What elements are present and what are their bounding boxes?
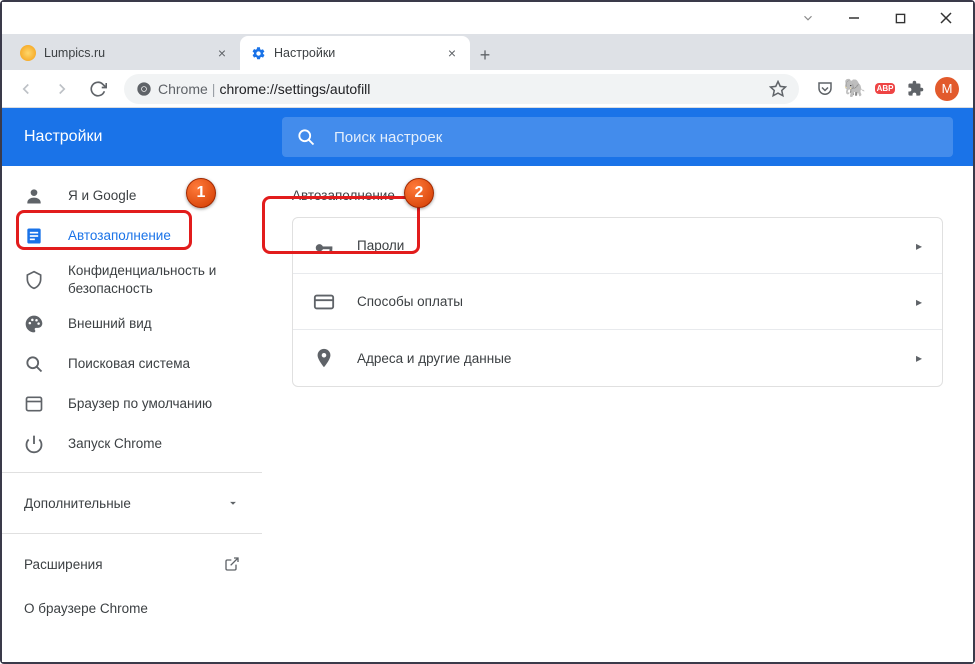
nav-item-autofill[interactable]: Автозаполнение (2, 216, 262, 256)
power-icon (24, 434, 44, 454)
window-close-button[interactable] (923, 3, 969, 33)
tab-strip: Lumpics.ru × Настройки × + (2, 34, 973, 70)
nav-item-privacy[interactable]: Конфиденциальность и безопасность (2, 256, 262, 304)
tab-title: Настройки (274, 46, 444, 60)
settings-search-input[interactable] (334, 129, 939, 146)
search-icon (296, 127, 316, 147)
window-chevron-icon[interactable] (785, 3, 831, 33)
forward-button[interactable] (46, 73, 78, 105)
url-separator: | (212, 81, 216, 97)
row-label: Адреса и другие данные (357, 351, 916, 366)
nav-label: Конфиденциальность и безопасность (68, 262, 240, 297)
bookmark-star-icon[interactable] (769, 80, 787, 98)
open-external-icon (224, 556, 240, 572)
url-path: chrome://settings/autofill (219, 81, 370, 97)
tab-close-icon[interactable]: × (214, 45, 230, 61)
favicon-icon (20, 45, 36, 61)
nav-list: Я и Google Автозаполнение Конфиденциальн… (2, 166, 262, 640)
extension-icons: 🐘 ABP M (809, 77, 965, 101)
nav-item-search-engine[interactable]: Поисковая система (2, 344, 262, 384)
nav-label: Запуск Chrome (68, 435, 240, 453)
autofill-icon (24, 226, 44, 246)
back-button[interactable] (10, 73, 42, 105)
nav-item-appearance[interactable]: Внешний вид (2, 304, 262, 344)
nav-item-on-startup[interactable]: Запуск Chrome (2, 424, 262, 464)
evernote-icon[interactable]: 🐘 (845, 79, 865, 99)
location-icon (313, 347, 335, 369)
tab-title: Lumpics.ru (44, 46, 214, 60)
autofill-card: Пароли ▸ Способы оплаты ▸ Адреса и други… (292, 217, 943, 387)
nav-label: Браузер по умолчанию (68, 395, 240, 413)
annotation-callout-1: 1 (186, 178, 216, 208)
row-addresses[interactable]: Адреса и другие данные ▸ (293, 330, 942, 386)
main-body: Автозаполнение Пароли ▸ Способы оплаты ▸ (262, 166, 973, 662)
tab-lumpics[interactable]: Lumpics.ru × (10, 36, 240, 70)
browser-icon (24, 394, 44, 414)
reload-button[interactable] (82, 73, 114, 105)
abp-icon[interactable]: ABP (875, 79, 895, 99)
section-title: Автозаполнение (292, 188, 943, 203)
favicon-icon (250, 45, 266, 61)
search-header (262, 108, 973, 166)
browser-toolbar: Chrome | chrome://settings/autofill 🐘 AB… (2, 70, 973, 108)
nav-about-chrome[interactable]: О браузере Chrome (2, 586, 262, 630)
window-titlebar (2, 2, 973, 34)
address-bar[interactable]: Chrome | chrome://settings/autofill (124, 74, 799, 104)
settings-title: Настройки (2, 108, 262, 166)
settings-search-box[interactable] (282, 117, 953, 157)
chevron-down-icon (226, 496, 240, 510)
pocket-icon[interactable] (815, 79, 835, 99)
nav-label: Автозаполнение (68, 227, 240, 245)
extensions-puzzle-icon[interactable] (905, 79, 925, 99)
url-scheme: Chrome (158, 81, 208, 97)
divider (2, 472, 262, 473)
profile-avatar[interactable]: M (935, 77, 959, 101)
chevron-right-icon: ▸ (916, 351, 922, 365)
nav-item-you-and-google[interactable]: Я и Google (2, 176, 262, 216)
person-icon (24, 186, 44, 206)
divider (2, 533, 262, 534)
new-tab-button[interactable]: + (470, 40, 500, 70)
window-minimize-button[interactable] (831, 3, 877, 33)
row-label: Пароли (357, 238, 916, 253)
nav-advanced-toggle[interactable]: Дополнительные (2, 481, 262, 525)
window-maximize-button[interactable] (877, 3, 923, 33)
settings-main: Автозаполнение Пароли ▸ Способы оплаты ▸ (262, 108, 973, 662)
chrome-logo-icon (136, 81, 152, 97)
annotation-callout-2: 2 (404, 178, 434, 208)
shield-icon (24, 270, 44, 290)
nav-item-default-browser[interactable]: Браузер по умолчанию (2, 384, 262, 424)
tab-settings[interactable]: Настройки × (240, 36, 470, 70)
card-icon (313, 291, 335, 313)
settings-sidebar: Настройки Я и Google Автозаполнение Конф… (2, 108, 262, 662)
about-label: О браузере Chrome (24, 601, 148, 616)
nav-extensions[interactable]: Расширения (2, 542, 262, 586)
row-label: Способы оплаты (357, 294, 916, 309)
key-icon (313, 235, 335, 257)
row-payment-methods[interactable]: Способы оплаты ▸ (293, 274, 942, 330)
search-icon (24, 354, 44, 374)
row-passwords[interactable]: Пароли ▸ (293, 218, 942, 274)
chevron-right-icon: ▸ (916, 239, 922, 253)
nav-label: Поисковая система (68, 355, 240, 373)
nav-label: Внешний вид (68, 315, 240, 333)
settings-content: Настройки Я и Google Автозаполнение Конф… (2, 108, 973, 662)
tab-close-icon[interactable]: × (444, 45, 460, 61)
advanced-label: Дополнительные (24, 496, 131, 511)
extensions-label: Расширения (24, 557, 103, 572)
chevron-right-icon: ▸ (916, 295, 922, 309)
palette-icon (24, 314, 44, 334)
